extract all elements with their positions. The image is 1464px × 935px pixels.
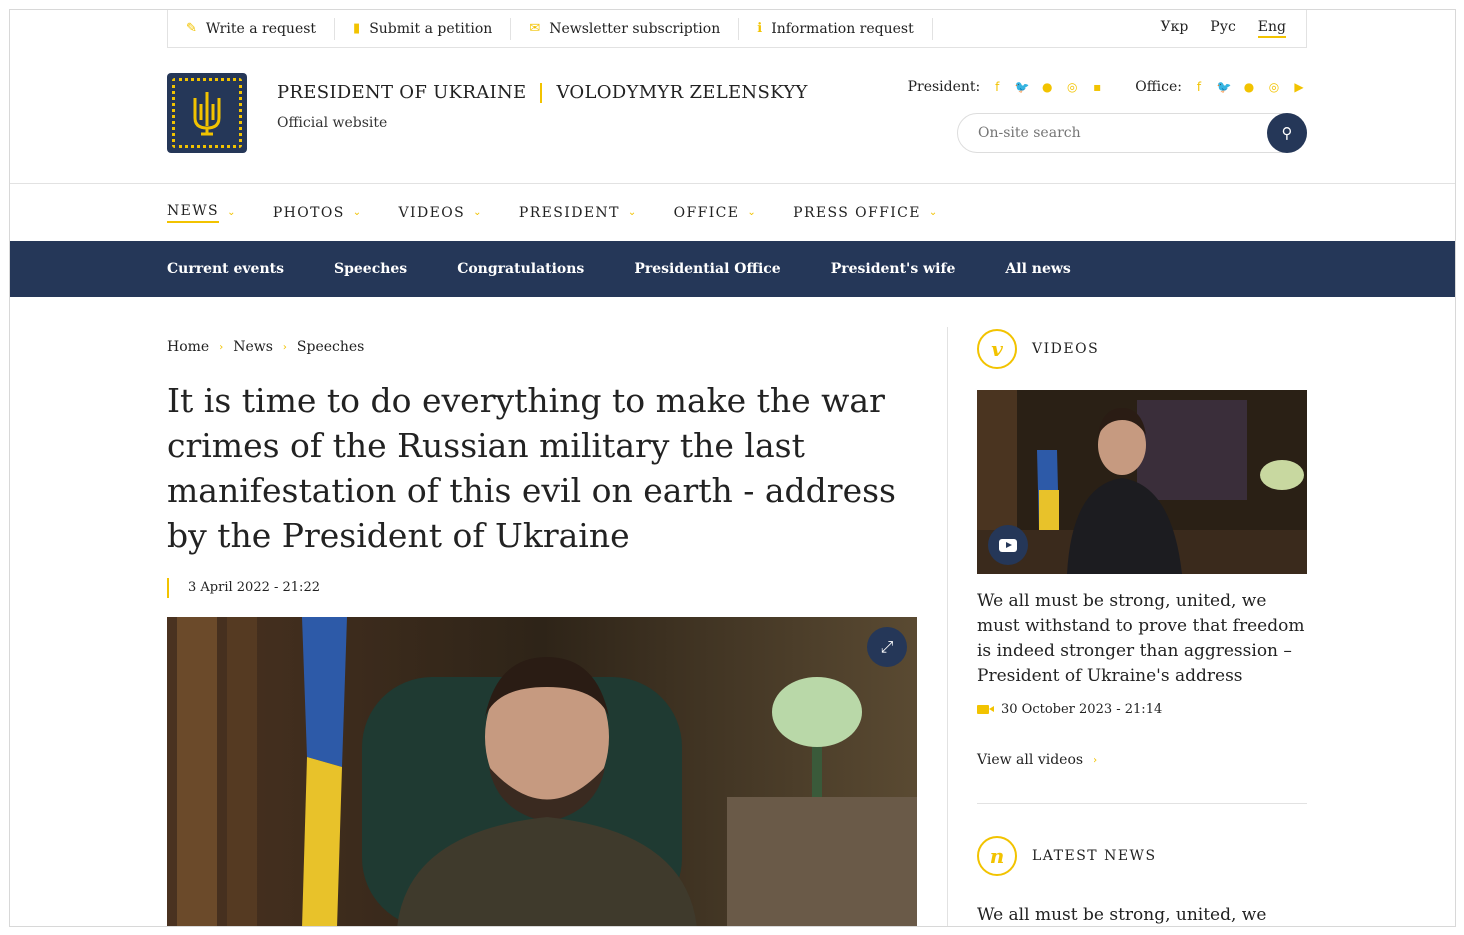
nav-office[interactable]: OFFICE ⌄ [674, 205, 758, 221]
latest-news-title[interactable]: We all must be strong, united, we must [977, 903, 1307, 926]
site-subtitle: Official website [277, 115, 388, 131]
subnav-congratulations[interactable]: Congratulations [457, 261, 584, 277]
language-switcher: Укр Рус Eng [1160, 19, 1306, 38]
videos-heading: v VIDEOS [977, 329, 1099, 369]
nav-news[interactable]: NEWS ⌄ [167, 203, 237, 223]
social-links: President: f 🐦 ● ◎ ▪ Office: f 🐦 ● ◎ ▶ [908, 79, 1307, 95]
expand-image-button[interactable]: ⤢ [867, 627, 907, 667]
pencil-icon: ✎ [186, 21, 197, 36]
expand-icon: ⤢ [880, 637, 894, 656]
chevron-down-icon: ⌄ [227, 207, 237, 218]
title-separator [540, 82, 543, 103]
article-date: 3 April 2022 - 21:22 [167, 578, 320, 598]
lang-ukr[interactable]: Укр [1160, 19, 1188, 38]
nav-photos[interactable]: PHOTOS ⌄ [273, 205, 363, 221]
nav-press-office[interactable]: PRESS OFFICE ⌄ [793, 205, 939, 221]
envelope-icon: ✉ [529, 21, 541, 36]
videos-badge-icon: v [977, 329, 1017, 369]
write-request-link[interactable]: ✎ Write a request [186, 17, 336, 40]
chevron-right-icon: › [1093, 754, 1098, 766]
play-video-button[interactable] [988, 525, 1028, 565]
telegram-icon[interactable]: ● [1241, 80, 1257, 94]
breadcrumb: Home › News › Speeches [167, 339, 364, 355]
trident-emblem-icon [172, 78, 242, 148]
submit-petition-link[interactable]: ▮ Submit a petition [353, 17, 512, 40]
news-badge-icon: n [977, 836, 1017, 876]
browser-viewport: ✎ Write a request ▮ Submit a petition ✉ … [9, 9, 1456, 927]
site-search: ⚲ [957, 113, 1307, 153]
column-divider [947, 327, 948, 926]
information-request-link[interactable]: ℹ Information request [757, 17, 933, 40]
telegram-icon[interactable]: ● [1039, 80, 1055, 94]
facebook-icon[interactable]: f [1191, 80, 1207, 94]
video-date: 30 October 2023 - 21:14 [977, 702, 1162, 717]
play-icon [999, 538, 1017, 552]
breadcrumb-home[interactable]: Home [167, 339, 209, 355]
latest-news-heading: n LATEST NEWS [977, 836, 1157, 876]
site-logo[interactable] [167, 73, 247, 153]
breadcrumb-news[interactable]: News [233, 339, 273, 355]
chevron-down-icon: ⌄ [747, 207, 758, 218]
instagram-icon[interactable]: ◎ [1266, 80, 1282, 94]
section-divider [977, 803, 1307, 804]
nav-videos[interactable]: VIDEOS ⌄ [399, 205, 483, 221]
search-button[interactable]: ⚲ [1267, 113, 1307, 153]
chevron-down-icon: ⌄ [928, 207, 939, 218]
view-all-videos-link[interactable]: View all videos › [977, 752, 1097, 768]
search-input[interactable] [978, 125, 1267, 141]
subnav-speeches[interactable]: Speeches [334, 261, 407, 277]
newsletter-link[interactable]: ✉ Newsletter subscription [529, 17, 740, 40]
subnav-presidents-wife[interactable]: President's wife [831, 261, 956, 277]
youtube-icon[interactable]: ▶ [1291, 80, 1307, 94]
chevron-down-icon: ⌄ [473, 207, 483, 218]
video-title[interactable]: We all must be strong, united, we must w… [977, 589, 1307, 689]
lang-rus[interactable]: Рус [1210, 19, 1236, 38]
subnav-current-events[interactable]: Current events [167, 261, 284, 277]
article-headline: It is time to do everything to make the … [167, 381, 896, 555]
chevron-down-icon: ⌄ [627, 207, 638, 218]
site-title: PRESIDENT OF UKRAINE VOLODYMYR ZELENSKYY [277, 82, 808, 103]
document-icon: ▮ [353, 21, 361, 36]
office-socials: Office: f 🐦 ● ◎ ▶ [1135, 79, 1307, 95]
main-navigation: NEWS ⌄ PHOTOS ⌄ VIDEOS ⌄ PRESIDENT ⌄ OFFICE ⌄… [10, 183, 1455, 241]
nav-president[interactable]: PRESIDENT ⌄ [519, 205, 638, 221]
video-camera-icon [977, 705, 994, 714]
twitter-icon[interactable]: 🐦 [1216, 80, 1232, 94]
utility-bar: ✎ Write a request ▮ Submit a petition ✉ … [167, 10, 1307, 48]
facebook-icon[interactable]: f [989, 80, 1005, 94]
twitter-icon[interactable]: 🐦 [1014, 80, 1030, 94]
subnav-presidential-office[interactable]: Presidential Office [634, 261, 780, 277]
sub-navigation: Current events Speeches Congratulations … [10, 241, 1455, 297]
instagram-icon[interactable]: ◎ [1064, 80, 1080, 94]
info-icon: ℹ [757, 21, 763, 36]
chevron-right-icon: › [219, 341, 224, 353]
chevron-down-icon: ⌄ [352, 207, 363, 218]
subnav-all-news[interactable]: All news [1005, 261, 1070, 277]
flickr-icon[interactable]: ▪ [1089, 80, 1105, 94]
article-photo[interactable] [167, 617, 917, 926]
chevron-right-icon: › [282, 341, 287, 353]
president-socials: President: f 🐦 ● ◎ ▪ [908, 79, 1106, 95]
search-icon: ⚲ [1281, 124, 1293, 142]
breadcrumb-speeches[interactable]: Speeches [297, 339, 364, 355]
lang-eng[interactable]: Eng [1257, 19, 1286, 38]
